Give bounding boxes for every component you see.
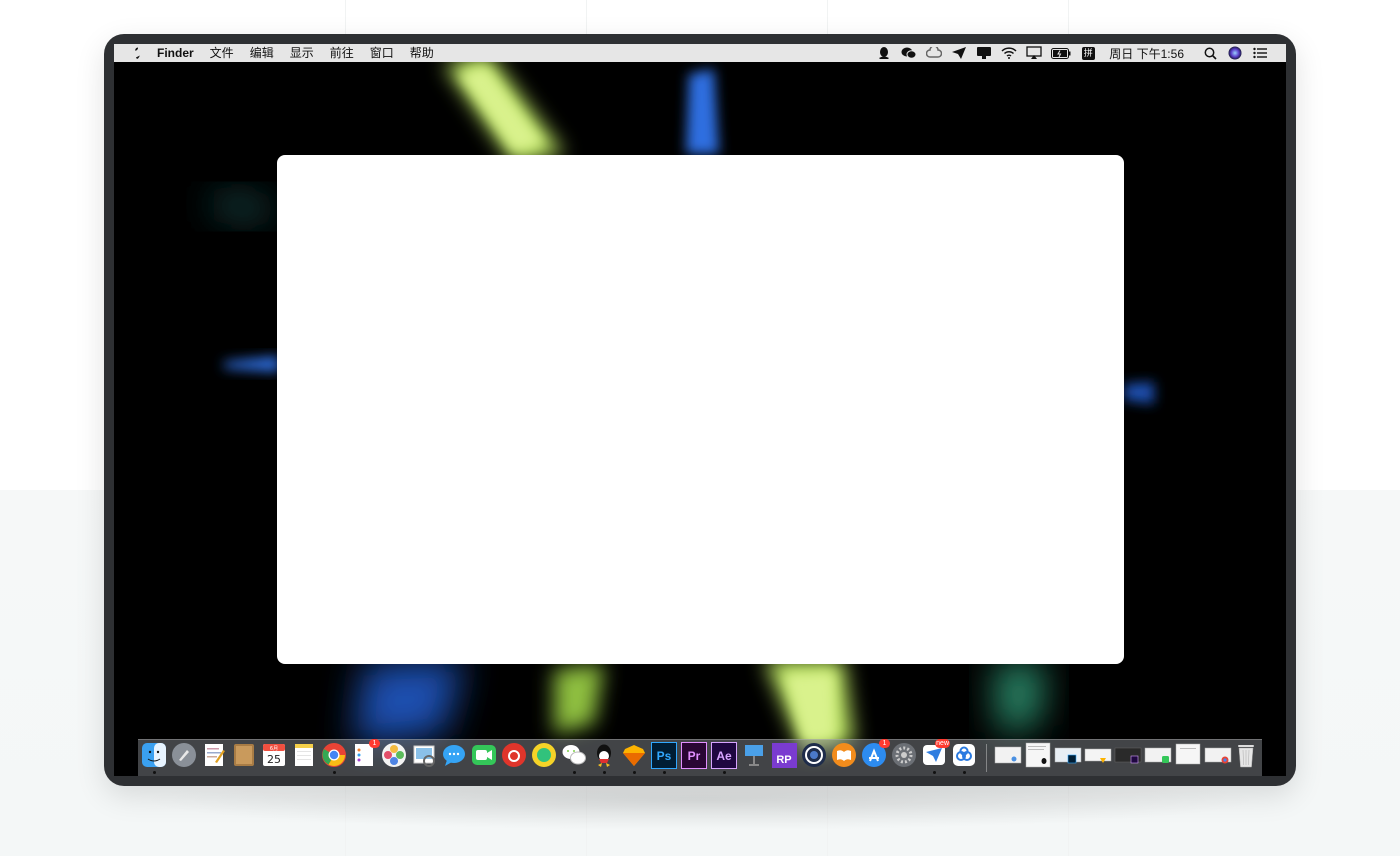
window-thumbnail-icon[interactable] xyxy=(1084,742,1112,768)
calendar-icon[interactable]: 6月 25 xyxy=(261,742,287,768)
baidu-netdisk-icon[interactable] xyxy=(951,742,977,768)
photos-icon[interactable] xyxy=(381,742,407,768)
airplay-icon[interactable] xyxy=(1026,46,1042,60)
apple-menu-icon[interactable] xyxy=(129,47,143,60)
menu-bar: Finder 文件 编辑 显示 前往 窗口 帮助 拼 周日 下午1:56 xyxy=(114,44,1286,62)
notification-badge: 1 xyxy=(879,739,890,748)
window-thumbnail-icon[interactable] xyxy=(1114,742,1142,768)
sketch-icon[interactable] xyxy=(621,742,647,768)
window-thumbnail-icon[interactable] xyxy=(1174,742,1202,768)
running-indicator xyxy=(333,771,336,774)
running-indicator xyxy=(933,771,936,774)
menu-help[interactable]: 帮助 xyxy=(410,44,434,62)
wechat-icon[interactable] xyxy=(561,742,587,768)
photoshop-label: Ps xyxy=(651,741,677,769)
trash-icon[interactable] xyxy=(1234,742,1258,768)
photoshop-icon[interactable]: Ps xyxy=(651,741,677,769)
blank-window[interactable] xyxy=(277,155,1124,664)
preview-icon[interactable] xyxy=(411,742,437,768)
menu-bar-right: 拼 周日 下午1:56 xyxy=(876,44,1286,62)
input-method-label: 拼 xyxy=(1081,46,1095,60)
system-preferences-icon[interactable] xyxy=(891,742,917,768)
search-icon[interactable] xyxy=(1202,46,1218,60)
dock-separator xyxy=(986,744,987,772)
keynote-icon[interactable] xyxy=(741,742,767,768)
wifi-icon[interactable] xyxy=(1001,46,1017,60)
window-thumbnail-icon[interactable] xyxy=(1054,742,1082,768)
netease-music-icon[interactable] xyxy=(501,742,527,768)
desktop-screen: Finder 文件 编辑 显示 前往 窗口 帮助 拼 周日 下午1:56 6月 … xyxy=(114,44,1286,776)
battery-icon xyxy=(1051,46,1071,60)
menu-window[interactable]: 窗口 xyxy=(370,44,394,62)
window-thumbnail-icon[interactable] xyxy=(994,742,1022,768)
feishu-icon[interactable]: new xyxy=(921,739,950,768)
launchpad-icon[interactable] xyxy=(171,742,197,768)
premiere-icon[interactable]: Pr xyxy=(681,741,707,769)
wechat-icon[interactable] xyxy=(901,46,917,60)
window-thumbnail-icon[interactable] xyxy=(1204,742,1232,768)
menu-edit[interactable]: 编辑 xyxy=(250,44,274,62)
running-indicator xyxy=(573,771,576,774)
running-indicator xyxy=(963,771,966,774)
cinema4d-icon[interactable] xyxy=(801,742,827,768)
notification-badge: new xyxy=(935,739,950,748)
books-icon[interactable] xyxy=(831,742,857,768)
window-thumbnail-icon[interactable] xyxy=(1144,742,1172,768)
calendar-month: 6月 xyxy=(270,746,278,752)
qq-icon[interactable] xyxy=(876,46,892,60)
axure-icon[interactable]: RP xyxy=(771,742,797,768)
running-indicator xyxy=(663,771,666,774)
notes-icon[interactable] xyxy=(291,742,317,768)
reminders-icon[interactable]: 1 xyxy=(351,739,380,768)
creative-cloud-icon[interactable] xyxy=(926,46,943,60)
menu-file[interactable]: 文件 xyxy=(210,44,234,62)
menu-finder[interactable]: Finder xyxy=(157,44,194,62)
axure-label: RP xyxy=(771,742,797,768)
calendar-day: 25 xyxy=(267,753,281,766)
premiere-label: Pr xyxy=(681,741,707,769)
siri-icon[interactable] xyxy=(1227,46,1243,60)
after-effects-label: Ae xyxy=(711,741,737,769)
input-method-icon[interactable]: 拼 xyxy=(1080,46,1096,60)
menu-clock[interactable]: 周日 下午1:56 xyxy=(1109,45,1184,62)
running-indicator xyxy=(153,771,156,774)
running-indicator xyxy=(603,771,606,774)
after-effects-icon[interactable]: Ae xyxy=(711,741,737,769)
qq-icon[interactable] xyxy=(591,742,617,768)
menu-go[interactable]: 前往 xyxy=(330,44,354,62)
running-indicator xyxy=(723,771,726,774)
window-thumbnail-icon[interactable] xyxy=(1024,742,1052,768)
messages-icon[interactable] xyxy=(441,742,467,768)
menu-bar-left: Finder 文件 编辑 显示 前往 窗口 帮助 xyxy=(114,44,450,62)
paper-plane-icon[interactable] xyxy=(951,46,967,60)
menu-view[interactable]: 显示 xyxy=(290,44,314,62)
finder-icon[interactable] xyxy=(141,742,167,768)
facetime-icon[interactable] xyxy=(471,742,497,768)
textedit-icon[interactable] xyxy=(201,742,227,768)
display-icon[interactable] xyxy=(976,46,992,60)
app-store-icon[interactable]: 1 xyxy=(861,739,890,768)
notification-center-icon[interactable] xyxy=(1252,46,1268,60)
running-indicator xyxy=(633,771,636,774)
notification-badge: 1 xyxy=(369,739,380,748)
dock: 6月 25 1 Ps Pr Ae RP 1 new xyxy=(138,739,1262,776)
chrome-icon[interactable] xyxy=(321,742,347,768)
qq-music-icon[interactable] xyxy=(531,742,557,768)
contacts-icon[interactable] xyxy=(231,742,257,768)
